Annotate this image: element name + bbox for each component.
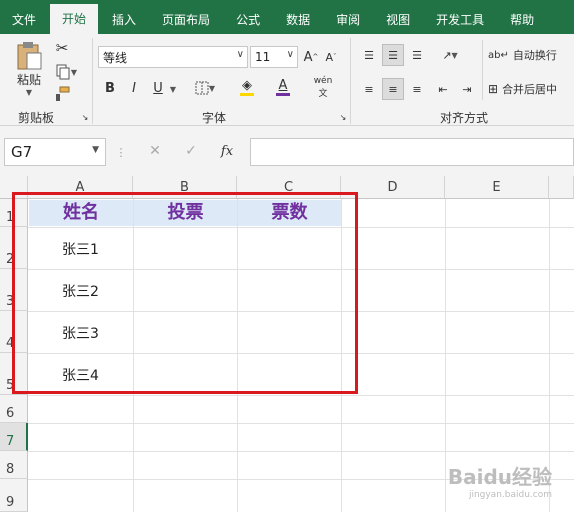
font-name-value: 等线 bbox=[103, 50, 128, 65]
tab-5[interactable]: 数据 bbox=[274, 6, 322, 34]
row-header-8[interactable]: 8 bbox=[0, 451, 28, 479]
chevron-down-icon: ∨ bbox=[236, 49, 244, 60]
underline-button[interactable]: U bbox=[148, 78, 168, 98]
tab-2[interactable]: 插入 bbox=[100, 6, 148, 34]
clipboard-icon bbox=[17, 42, 42, 70]
increase-indent-icon[interactable]: ⇥ bbox=[456, 78, 478, 100]
tab-7[interactable]: 视图 bbox=[374, 6, 422, 34]
tab-3[interactable]: 页面布局 bbox=[150, 6, 222, 34]
merge-center-label: 合并后居中 bbox=[502, 83, 558, 96]
dialog-launcher-icon[interactable]: ↘ bbox=[338, 112, 348, 122]
alignment-group-label: 对齐方式 bbox=[440, 111, 489, 125]
font-group-label: 字体 bbox=[202, 111, 227, 125]
cut-icon[interactable]: ✂ bbox=[52, 38, 72, 58]
merge-icon: ⊞ bbox=[488, 82, 499, 96]
italic-button[interactable]: I bbox=[124, 78, 144, 98]
paste-dropdown-icon[interactable]: ▼ bbox=[26, 88, 32, 97]
formula-input[interactable] bbox=[250, 138, 574, 166]
chevron-down-icon: ∨ bbox=[286, 49, 294, 60]
orientation-icon[interactable]: ↗ ▼ bbox=[434, 44, 466, 66]
copy-icon[interactable]: ▼ bbox=[52, 62, 80, 82]
name-box[interactable]: G7 ▼ bbox=[4, 138, 106, 166]
merge-center-button[interactable]: ⊞ 合并后居中 bbox=[488, 78, 574, 100]
highlight-annotation-box bbox=[12, 192, 358, 394]
clipboard-group-label: 剪贴板 bbox=[18, 111, 55, 125]
wrap-text-button[interactable]: ab↵ 自动换行 bbox=[488, 44, 568, 66]
dialog-launcher-icon[interactable]: ↘ bbox=[80, 112, 90, 122]
top-align-icon[interactable]: ☰ bbox=[358, 44, 380, 66]
insert-function-icon[interactable]: fx bbox=[214, 140, 240, 162]
font-color-icon[interactable]: A bbox=[266, 76, 300, 98]
row-header-9[interactable]: 9 bbox=[0, 479, 28, 512]
more-options-icon: ⋮ bbox=[115, 145, 127, 159]
wrap-text-icon: ab↵ bbox=[488, 49, 509, 61]
decrease-indent-icon[interactable]: ⇤ bbox=[432, 78, 454, 100]
name-box-value: G7 bbox=[11, 143, 33, 161]
borders-icon[interactable]: ▼ bbox=[190, 78, 220, 98]
bottom-align-icon[interactable]: ☰ bbox=[406, 44, 428, 66]
tab-4[interactable]: 公式 bbox=[224, 6, 272, 34]
formula-bar: G7 ▼ ⋮ ✕ ✓ fx bbox=[0, 126, 574, 176]
phonetic-guide-icon[interactable]: wén 文 bbox=[306, 75, 340, 99]
paste-label: 粘贴 bbox=[16, 73, 41, 87]
watermark: Baidu经验 jingyan.baidu.com bbox=[448, 467, 552, 504]
format-painter-icon[interactable] bbox=[52, 84, 72, 104]
wrap-text-label: 自动换行 bbox=[512, 49, 557, 62]
chevron-down-icon: ▼ bbox=[92, 145, 99, 155]
tab-8[interactable]: 开发工具 bbox=[424, 6, 496, 34]
middle-align-icon[interactable]: ☰ bbox=[382, 44, 404, 66]
row-header-7[interactable]: 7 bbox=[0, 423, 28, 451]
tab-1[interactable]: 开始 bbox=[50, 4, 99, 34]
enter-icon[interactable]: ✓ bbox=[180, 140, 202, 162]
align-left-icon[interactable]: ≡ bbox=[358, 78, 380, 100]
font-size-select[interactable]: 11 ∨ bbox=[250, 46, 298, 68]
cancel-icon[interactable]: ✕ bbox=[144, 140, 166, 162]
align-right-icon[interactable]: ≡ bbox=[406, 78, 428, 100]
increase-font-size-icon[interactable]: A ^ bbox=[302, 48, 320, 66]
tab-0[interactable]: 文件 bbox=[0, 6, 48, 34]
fill-color-icon[interactable]: ◈ bbox=[232, 76, 262, 98]
tab-6[interactable]: 审阅 bbox=[324, 6, 372, 34]
row-header-6[interactable]: 6 bbox=[0, 395, 28, 423]
font-size-value: 11 bbox=[255, 50, 271, 64]
font-name-select[interactable]: 等线 ∨ bbox=[98, 46, 248, 68]
ribbon: 粘贴 ▼ ✂ ▼ 剪贴板 ↘ 等线 ∨ 11 ∨ A ^ Aˇ B I U ▼ ▼… bbox=[0, 34, 574, 126]
align-center-icon[interactable]: ≡ bbox=[382, 78, 404, 100]
font-color-swatch bbox=[276, 93, 290, 96]
tab-9[interactable]: 帮助 bbox=[498, 6, 546, 34]
underline-dropdown-icon[interactable]: ▼ bbox=[168, 82, 178, 96]
bold-button[interactable]: B bbox=[100, 78, 120, 98]
paste-button[interactable]: 粘贴 ▼ bbox=[10, 40, 48, 98]
decrease-font-size-icon[interactable]: Aˇ bbox=[322, 48, 340, 66]
phonetic-label: wén bbox=[313, 75, 333, 86]
ribbon-tab-bar: 文件 开始 插入 页面布局 公式 数据 审阅 视图 开发工具 帮助 bbox=[0, 0, 574, 34]
column-header-e[interactable]: E bbox=[445, 176, 549, 199]
